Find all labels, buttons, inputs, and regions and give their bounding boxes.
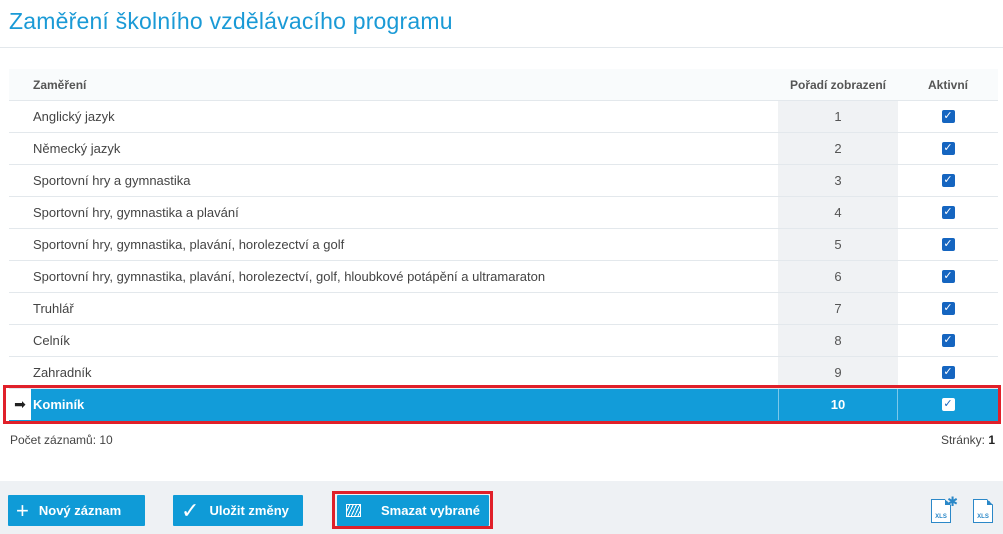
cell-order[interactable]: 6 [778,261,898,292]
cell-order[interactable]: 2 [778,133,898,164]
cell-order[interactable]: 3 [778,165,898,196]
cell-active: ✓ [898,101,998,132]
cell-name[interactable]: Sportovní hry a gymnastika [9,165,778,196]
new-record-label: Nový záznam [38,503,122,518]
table-row[interactable]: ➡ Kominík 10 ✓ [9,389,998,421]
save-changes-label: Uložit změny [209,503,289,518]
xls-export-settings-icon[interactable]: XLS [931,494,958,523]
cell-active: ✓ [898,261,998,292]
cell-order[interactable]: 1 [778,101,898,132]
active-checkbox[interactable]: ✓ [941,142,955,155]
active-checkbox[interactable]: ✓ [941,334,955,347]
delete-icon [346,504,361,517]
cell-active: ✓ [898,229,998,260]
active-checkbox[interactable]: ✓ [941,238,955,251]
cell-order[interactable]: 10 [778,389,898,420]
pager-label: Stránky: [940,433,985,447]
table-row[interactable]: Zahradník 9 ✓ [9,357,998,389]
cell-active: ✓ [898,389,998,420]
grid-footer: Počet záznamů: 10 Stránky: 1 [10,433,995,447]
cell-active: ✓ [898,357,998,388]
cell-name[interactable]: Kominík [9,389,778,420]
bottom-toolbar: + Nový záznam ✓ Uložit změny Smazat vybr… [0,481,1003,534]
active-checkbox[interactable]: ✓ [941,270,955,283]
record-count: Počet záznamů: 10 [10,433,113,447]
delete-selected-label: Smazat vybrané [381,503,480,518]
new-record-button[interactable]: + Nový záznam [8,495,145,526]
table-row[interactable]: Sportovní hry, gymnastika a plavání 4 ✓ [9,197,998,229]
cell-name[interactable]: Celník [9,325,778,356]
active-checkbox[interactable]: ✓ [941,174,955,187]
cell-active: ✓ [898,197,998,228]
column-header-name[interactable]: Zaměření [9,69,778,100]
table-row[interactable]: Sportovní hry, gymnastika, plavání, horo… [9,261,998,293]
active-checkbox[interactable]: ✓ [941,366,955,379]
cell-order[interactable]: 9 [778,357,898,388]
page-header: Zaměření školního vzdělávacího programu [0,0,1003,48]
table-row[interactable]: Sportovní hry, gymnastika, plavání, horo… [9,229,998,261]
data-grid: Zaměření Pořadí zobrazení Aktivní Anglic… [9,69,998,421]
cell-name[interactable]: Německý jazyk [9,133,778,164]
column-header-order[interactable]: Pořadí zobrazení [778,69,898,100]
grid-header: Zaměření Pořadí zobrazení Aktivní [9,69,998,101]
active-checkbox[interactable]: ✓ [941,206,955,219]
cell-order[interactable]: 7 [778,293,898,324]
cell-order[interactable]: 5 [778,229,898,260]
delete-selected-button[interactable]: Smazat vybrané [337,495,489,526]
column-header-active[interactable]: Aktivní [898,69,998,100]
pager: Stránky: 1 [941,433,995,447]
cell-active: ✓ [898,133,998,164]
save-changes-button[interactable]: ✓ Uložit změny [173,495,303,526]
cell-name[interactable]: Anglický jazyk [9,101,778,132]
table-row[interactable]: Truhlář 7 ✓ [9,293,998,325]
pager-page-1[interactable]: 1 [988,433,995,447]
cell-name[interactable]: Sportovní hry, gymnastika a plavání [9,197,778,228]
page-title: Zaměření školního vzdělávacího programu [9,8,453,34]
cell-name[interactable]: Sportovní hry, gymnastika, plavání, horo… [9,261,778,292]
active-checkbox[interactable]: ✓ [941,302,955,315]
cell-active: ✓ [898,165,998,196]
table-row[interactable]: Celník 8 ✓ [9,325,998,357]
grid-body: Anglický jazyk 1 ✓ Německý jazyk 2 ✓ Sportovní… [9,101,998,421]
cell-active: ✓ [898,325,998,356]
row-pointer-arrow-icon: ➡ [9,389,31,420]
table-row[interactable]: Anglický jazyk 1 ✓ [9,101,998,133]
cell-name[interactable]: Truhlář [9,293,778,324]
cell-name[interactable]: Zahradník [9,357,778,388]
checkmark-icon: ✓ [181,497,200,523]
cell-order[interactable]: 4 [778,197,898,228]
active-checkbox[interactable]: ✓ [941,110,955,123]
table-row[interactable]: Sportovní hry a gymnastika 3 ✓ [9,165,998,197]
table-row[interactable]: Německý jazyk 2 ✓ [9,133,998,165]
active-checkbox[interactable]: ✓ [941,398,955,411]
cell-name[interactable]: Sportovní hry, gymnastika, plavání, horo… [9,229,778,260]
cell-order[interactable]: 8 [778,325,898,356]
plus-icon: + [16,497,29,523]
xls-export-icon[interactable]: XLS [973,499,993,523]
cell-active: ✓ [898,293,998,324]
